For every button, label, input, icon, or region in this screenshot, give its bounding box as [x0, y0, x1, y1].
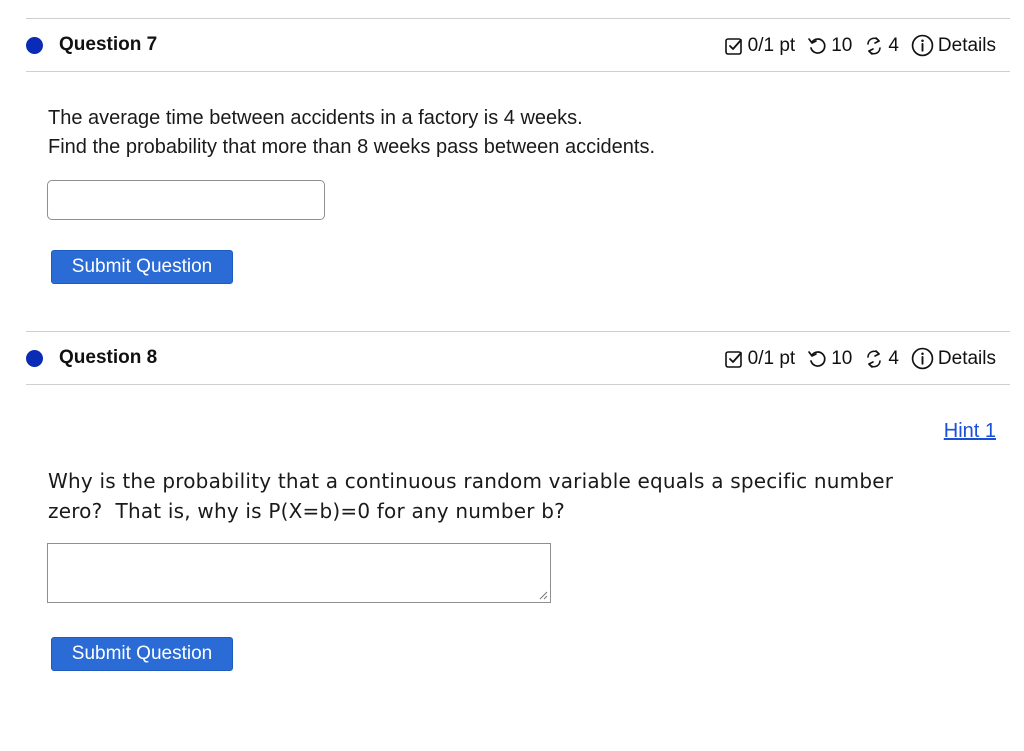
- retry-icon: [808, 350, 826, 367]
- q8-text-line-2: zero? That is, why is P(X=b)=0 for any n…: [48, 499, 565, 523]
- q8-header-divider: [26, 384, 1010, 385]
- retry-icon: [808, 37, 826, 54]
- q7-top-divider: [26, 18, 1010, 19]
- versions-icon: [867, 349, 882, 368]
- checkbox-score-icon: [724, 350, 742, 368]
- checkbox-score-icon: [724, 37, 742, 55]
- q8-score: 0/1 pt: [724, 347, 796, 370]
- q8-retries-text: 10: [831, 347, 853, 369]
- q7-answer-input[interactable]: [47, 180, 325, 220]
- q8-hint-link[interactable]: Hint 1: [944, 420, 996, 443]
- q7-status-dot: [26, 37, 43, 54]
- q8-answer-textarea[interactable]: [47, 543, 551, 603]
- q7-question-text: The average time between accidents in a …: [48, 104, 655, 162]
- q8-retries: 10: [807, 348, 852, 370]
- info-icon: [911, 34, 934, 57]
- q8-details-label[interactable]: Details: [938, 348, 996, 370]
- q8-header: Question 8 0/1 pt 10 4 Details: [26, 333, 1010, 385]
- q7-retries: 10: [807, 35, 852, 57]
- q8-title: Question 8: [59, 347, 158, 368]
- versions-icon: [867, 36, 882, 55]
- q8-question-text: Why is the probability that a continuous…: [48, 466, 893, 526]
- q7-retries-text: 10: [831, 34, 853, 56]
- q7-versions-text: 4: [888, 34, 899, 56]
- q8-status-dot: [26, 350, 43, 367]
- q7-header-divider: [26, 71, 1010, 72]
- q7-score: 0/1 pt: [724, 34, 796, 57]
- q7-meta: 0/1 pt 10 4 Details: [724, 34, 996, 57]
- q8-details-button[interactable]: Details: [911, 347, 996, 370]
- q8-score-text: 0/1 pt: [747, 347, 796, 369]
- q7-details-button[interactable]: Details: [911, 34, 996, 57]
- q8-submit-button[interactable]: Submit Question: [51, 637, 233, 671]
- q7-header: Question 7 0/1 pt 10 4 Details: [26, 20, 1010, 72]
- q8-text-line-1: Why is the probability that a continuous…: [48, 469, 894, 493]
- q8-top-divider: [26, 331, 1010, 332]
- resize-grip-icon[interactable]: [538, 590, 548, 600]
- q8-meta: 0/1 pt 10 4 Details: [724, 347, 996, 370]
- q7-text-line-2: Find the probability that more than 8 we…: [48, 136, 656, 158]
- q7-submit-button[interactable]: Submit Question: [51, 250, 233, 284]
- q8-versions-text: 4: [888, 347, 899, 369]
- q7-title: Question 7: [59, 34, 158, 55]
- q7-versions: 4: [864, 35, 899, 57]
- q7-text-line-1: The average time between accidents in a …: [48, 107, 583, 129]
- info-icon: [911, 347, 934, 370]
- q7-details-label[interactable]: Details: [938, 35, 996, 57]
- q7-score-text: 0/1 pt: [747, 34, 796, 56]
- q8-versions: 4: [864, 348, 899, 370]
